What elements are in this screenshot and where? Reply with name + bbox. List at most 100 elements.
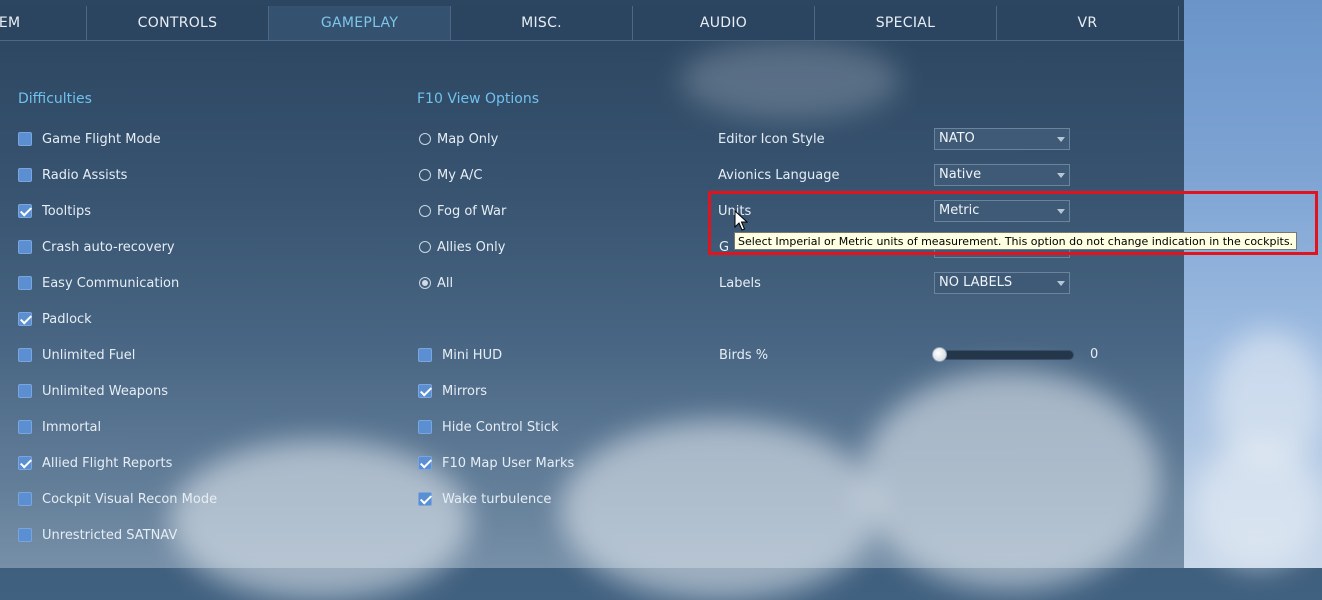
- difficulty-label: Crash auto-recovery: [42, 239, 175, 255]
- difficulty-option[interactable]: Immortal: [18, 417, 101, 437]
- f10-option-label: Allies Only: [437, 239, 506, 255]
- cloud: [1194, 440, 1322, 568]
- birds-slider-handle[interactable]: [932, 347, 947, 362]
- options-tab-bar: TEM CONTROLS GAMEPLAY MISC. AUDIO SPECIA…: [0, 6, 1184, 41]
- difficulty-label: Cockpit Visual Recon Mode: [42, 491, 218, 507]
- difficulty-label: Easy Communication: [42, 275, 180, 291]
- f10-view-option[interactable]: My A/C: [419, 165, 482, 185]
- checkbox[interactable]: [18, 240, 32, 254]
- f10-option-label: Fog of War: [437, 203, 507, 219]
- difficulty-label: Allied Flight Reports: [42, 455, 173, 471]
- checkbox[interactable]: [418, 420, 432, 434]
- view-extra-option[interactable]: Mini HUD: [418, 345, 502, 365]
- f10-option-label: Map Only: [437, 131, 499, 147]
- tab-controls[interactable]: CONTROLS: [87, 6, 269, 40]
- view-extra-option[interactable]: Wake turbulence: [418, 489, 551, 509]
- view-extra-label: Mirrors: [442, 383, 488, 399]
- radio-button[interactable]: [419, 169, 431, 181]
- checkbox[interactable]: [18, 492, 32, 506]
- difficulty-label: Unrestricted SATNAV: [42, 527, 178, 543]
- checkbox[interactable]: [18, 528, 32, 542]
- labels-value: NO LABELS: [939, 275, 1013, 290]
- f10-view-option[interactable]: Allies Only: [419, 237, 505, 257]
- checkbox[interactable]: [18, 456, 32, 470]
- checkbox[interactable]: [18, 168, 32, 182]
- mouse-cursor-icon: [734, 210, 748, 231]
- cloud: [860, 370, 1160, 590]
- tab-special[interactable]: SPECIAL: [815, 6, 997, 40]
- checkbox[interactable]: [418, 348, 432, 362]
- checkbox[interactable]: [18, 276, 32, 290]
- checkbox[interactable]: [418, 492, 432, 506]
- tab-gameplay[interactable]: GAMEPLAY: [269, 6, 451, 40]
- view-extra-option[interactable]: Mirrors: [418, 381, 487, 401]
- difficulty-option[interactable]: Allied Flight Reports: [18, 453, 172, 473]
- avionics-language-select[interactable]: Native: [934, 164, 1070, 186]
- chevron-down-icon: [1057, 281, 1065, 286]
- f10-option-label: All: [437, 275, 454, 291]
- labels-label: Labels: [719, 276, 761, 291]
- birds-value: 0: [1090, 347, 1099, 362]
- f10-view-option[interactable]: All: [419, 273, 453, 293]
- difficulty-label: Immortal: [42, 419, 102, 435]
- difficulty-option[interactable]: Game Flight Mode: [18, 129, 161, 149]
- birds-slider-track[interactable]: [934, 350, 1074, 360]
- difficulty-option[interactable]: Tooltips: [18, 201, 91, 221]
- checkbox[interactable]: [18, 204, 32, 218]
- difficulty-label: Padlock: [42, 311, 92, 327]
- checkbox[interactable]: [18, 384, 32, 398]
- difficulty-label: Tooltips: [42, 203, 91, 219]
- f10-option-label: My A/C: [437, 167, 483, 183]
- difficulty-label: Unlimited Weapons: [42, 383, 169, 399]
- difficulty-label: Radio Assists: [42, 167, 128, 183]
- checkbox[interactable]: [418, 456, 432, 470]
- difficulties-title: Difficulties: [18, 91, 92, 107]
- difficulty-option[interactable]: Unlimited Fuel: [18, 345, 135, 365]
- f10-view-option[interactable]: Fog of War: [419, 201, 506, 221]
- radio-button[interactable]: [419, 277, 431, 289]
- cloud: [560, 420, 880, 600]
- chevron-down-icon: [1057, 137, 1065, 142]
- difficulty-option[interactable]: Radio Assists: [18, 165, 127, 185]
- radio-button[interactable]: [419, 241, 431, 253]
- difficulty-option[interactable]: Cockpit Visual Recon Mode: [18, 489, 217, 509]
- radio-button[interactable]: [419, 133, 431, 145]
- difficulty-option[interactable]: Unlimited Weapons: [18, 381, 168, 401]
- view-extra-label: Wake turbulence: [442, 491, 552, 507]
- checkbox[interactable]: [18, 420, 32, 434]
- editor-icon-style-label: Editor Icon Style: [718, 132, 825, 147]
- f10-view-options-title: F10 View Options: [417, 91, 540, 107]
- checkbox[interactable]: [18, 132, 32, 146]
- editor-icon-style-select[interactable]: NATO: [934, 128, 1070, 150]
- editor-icon-style-value: NATO: [939, 131, 975, 146]
- difficulty-option[interactable]: Easy Communication: [18, 273, 179, 293]
- difficulty-label: Game Flight Mode: [42, 131, 161, 147]
- avionics-language-value: Native: [939, 167, 982, 182]
- view-extra-label: Mini HUD: [442, 347, 503, 363]
- radio-button[interactable]: [419, 205, 431, 217]
- difficulty-option[interactable]: Unrestricted SATNAV: [18, 525, 177, 545]
- view-extra-option[interactable]: F10 Map User Marks: [418, 453, 574, 473]
- chevron-down-icon: [1057, 173, 1065, 178]
- birds-label: Birds %: [719, 348, 769, 363]
- difficulty-label: Unlimited Fuel: [42, 347, 136, 363]
- units-tooltip: Select Imperial or Metric units of measu…: [734, 232, 1298, 250]
- checkbox[interactable]: [18, 348, 32, 362]
- tab-audio[interactable]: AUDIO: [633, 6, 815, 40]
- view-extra-option[interactable]: Hide Control Stick: [418, 417, 559, 437]
- difficulty-option[interactable]: Crash auto-recovery: [18, 237, 175, 257]
- checkbox[interactable]: [418, 384, 432, 398]
- view-extra-label: F10 Map User Marks: [442, 455, 575, 471]
- tab-misc[interactable]: MISC.: [451, 6, 633, 40]
- tab-vr[interactable]: VR: [997, 6, 1179, 40]
- tab-system[interactable]: TEM: [0, 6, 87, 40]
- sky-background: [1184, 0, 1322, 568]
- f10-view-option[interactable]: Map Only: [419, 129, 498, 149]
- labels-select[interactable]: NO LABELS: [934, 272, 1070, 294]
- gameplay-options-panel: TEM CONTROLS GAMEPLAY MISC. AUDIO SPECIA…: [0, 0, 1184, 600]
- cloud: [680, 40, 900, 120]
- avionics-language-label: Avionics Language: [718, 168, 840, 183]
- difficulty-option[interactable]: Padlock: [18, 309, 92, 329]
- view-extra-label: Hide Control Stick: [442, 419, 559, 435]
- checkbox[interactable]: [18, 312, 32, 326]
